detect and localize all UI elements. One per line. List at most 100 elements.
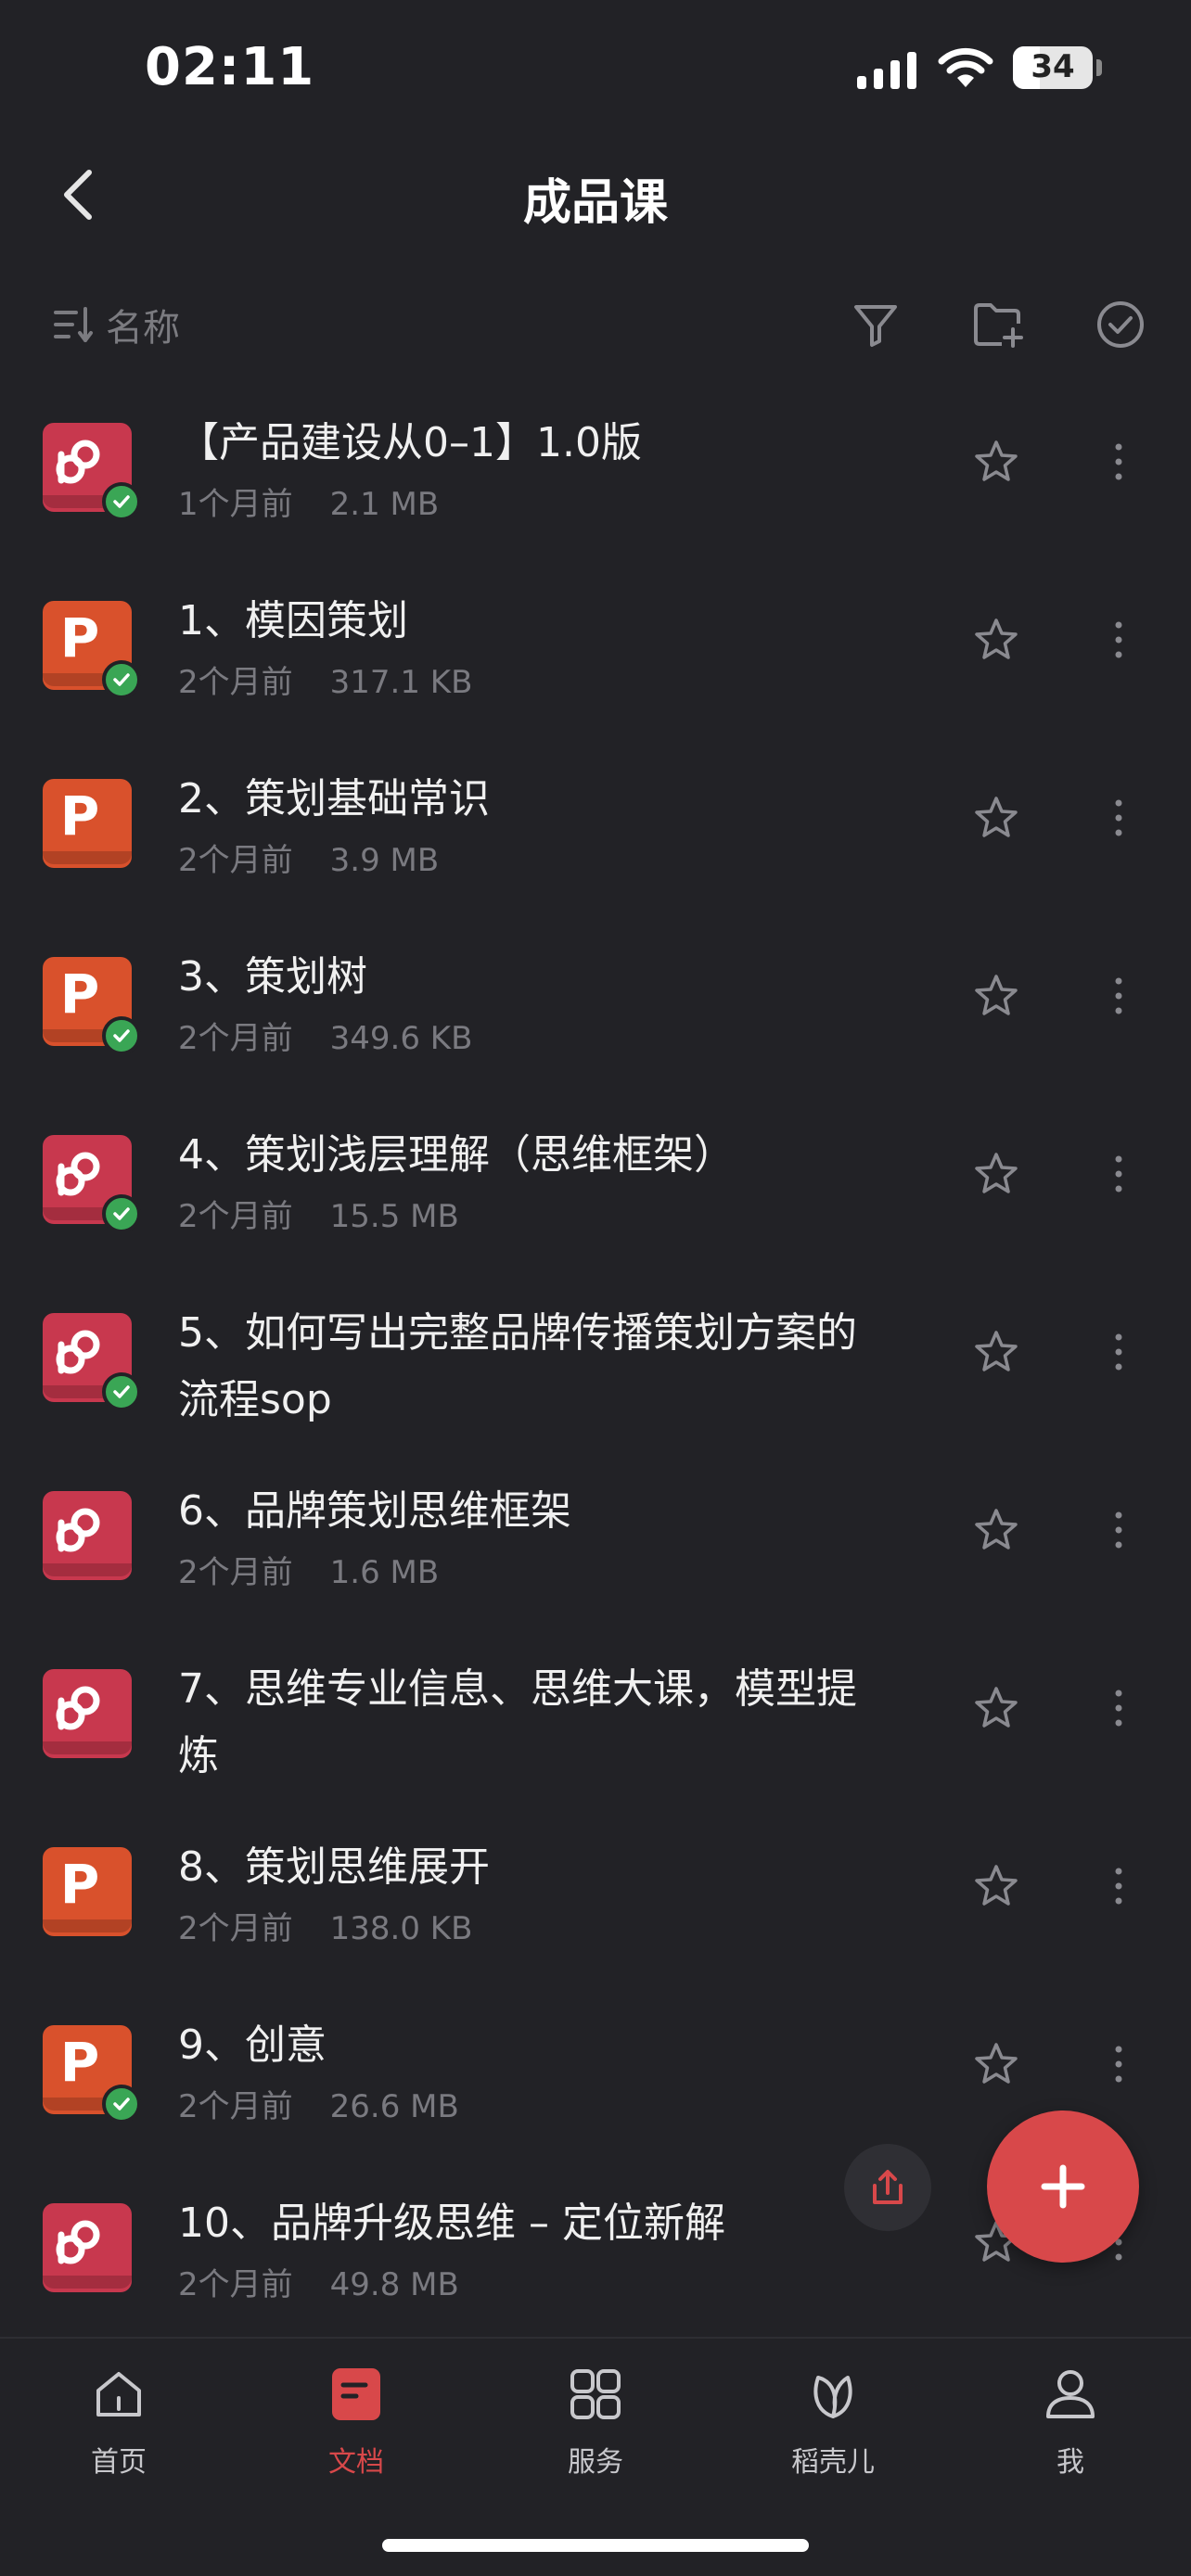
file-size: 138.0 KB — [329, 1910, 473, 1947]
favorite-button[interactable] — [970, 1504, 1022, 1556]
tab-services[interactable]: 服务 — [503, 2359, 688, 2489]
pdf-file-icon — [43, 423, 141, 521]
add-button[interactable] — [987, 2111, 1139, 2263]
tab-label: 我 — [1057, 2446, 1084, 2479]
file-name: 9、创意 — [178, 2021, 327, 2069]
ppt-file-icon: P — [43, 957, 141, 1055]
new-folder-button[interactable] — [970, 297, 1026, 352]
file-name: 5、如何写出完整品牌传播策划方案的流程sop — [178, 1309, 857, 1423]
file-list-item[interactable]: P 3、策划树 2个月前 349.6 KB — [0, 924, 1191, 1102]
synced-check-icon — [102, 1194, 141, 1233]
synced-check-icon — [102, 1372, 141, 1411]
file-icon-fold — [43, 1919, 132, 1932]
file-modified-time: 2个月前 — [178, 1554, 293, 1591]
status-time: 02:11 — [145, 37, 315, 97]
favorite-button[interactable] — [970, 1148, 1022, 1200]
sort-icon — [54, 307, 93, 342]
share-icon — [873, 2170, 903, 2204]
more-options-button[interactable] — [1100, 1860, 1137, 1912]
tab-docer[interactable]: 稻壳儿 — [740, 2359, 926, 2489]
status-bar: 02:11 34 — [0, 0, 1191, 139]
file-list-item[interactable]: 【产品建设从0–1】1.0版 1个月前 2.1 MB — [0, 389, 1191, 567]
favorite-button[interactable] — [970, 2038, 1022, 2090]
favorite-button[interactable] — [970, 614, 1022, 666]
navigation-bar: 成品课 — [0, 139, 1191, 250]
more-options-button[interactable] — [1100, 792, 1137, 844]
tab-label: 文档 — [328, 2446, 384, 2479]
file-name: 1、模因策划 — [178, 597, 408, 644]
cellular-signal-icon — [857, 52, 916, 89]
file-name: 【产品建设从0–1】1.0版 — [178, 419, 642, 466]
pdf-file-icon — [43, 1313, 141, 1411]
file-modified-time: 2个月前 — [178, 842, 293, 879]
favorite-button[interactable] — [970, 1326, 1022, 1378]
home-indicator[interactable] — [382, 2539, 809, 2552]
file-list-item[interactable]: P 2、策划基础常识 2个月前 3.9 MB — [0, 746, 1191, 924]
star-icon — [975, 2043, 1018, 2084]
filter-button[interactable] — [848, 297, 903, 352]
ppt-file-icon: P — [43, 1847, 135, 1940]
more-vertical-icon — [1115, 443, 1122, 480]
file-name: 10、品牌升级思维 – 定位新解 — [178, 2200, 725, 2247]
ppt-file-icon: P — [43, 779, 135, 872]
star-icon — [975, 797, 1018, 837]
ppt-glyph: P — [59, 1853, 100, 1916]
favorite-button[interactable] — [970, 792, 1022, 844]
favorite-button[interactable] — [970, 1860, 1022, 1912]
synced-check-icon — [102, 482, 141, 521]
file-icon-fold — [43, 851, 132, 864]
more-options-button[interactable] — [1100, 970, 1137, 1022]
file-size: 3.9 MB — [329, 842, 440, 879]
tab-me[interactable]: 我 — [978, 2359, 1163, 2489]
file-meta: 2个月前 49.8 MB — [178, 2259, 496, 2304]
more-options-button[interactable] — [1100, 2038, 1137, 2090]
file-list-item[interactable]: 5、如何写出完整品牌传播策划方案的流程sop — [0, 1280, 1191, 1458]
screen: 02:11 34 成品课 名称 【产品建设从0–1】1.0版 1个月前 2.1 … — [0, 0, 1191, 2576]
favorite-button[interactable] — [970, 436, 1022, 488]
file-meta: 2个月前 26.6 MB — [178, 2081, 496, 2126]
more-options-button[interactable] — [1100, 1148, 1137, 1200]
file-list-item[interactable]: P 8、策划思维展开 2个月前 138.0 KB — [0, 1814, 1191, 1992]
tab-home[interactable]: 首页 — [26, 2359, 211, 2489]
battery-percentage: 34 — [1031, 48, 1075, 85]
file-list-item[interactable]: 6、品牌策划思维框架 2个月前 1.6 MB — [0, 1458, 1191, 1636]
file-name: 4、策划浅层理解（思维框架） — [178, 1131, 735, 1179]
more-options-button[interactable] — [1100, 1682, 1137, 1734]
ppt-file-icon: P — [43, 2025, 141, 2123]
more-options-button[interactable] — [1100, 1504, 1137, 1556]
more-vertical-icon — [1115, 2046, 1122, 2083]
star-icon — [975, 1509, 1018, 1549]
pdf-file-icon — [43, 2203, 135, 2296]
file-modified-time: 2个月前 — [178, 2266, 293, 2303]
tab-label: 首页 — [91, 2446, 147, 2479]
file-list-item[interactable]: P 1、模因策划 2个月前 317.1 KB — [0, 567, 1191, 746]
file-name: 2、策划基础常识 — [178, 775, 490, 823]
battery-tip — [1096, 59, 1102, 76]
plus-icon — [1041, 2164, 1085, 2209]
more-options-button[interactable] — [1100, 1326, 1137, 1378]
synced-check-icon — [102, 2085, 141, 2123]
star-icon — [975, 1865, 1018, 1906]
favorite-button[interactable] — [970, 970, 1022, 1022]
file-modified-time: 2个月前 — [178, 1910, 293, 1947]
file-modified-time: 2个月前 — [178, 1198, 293, 1235]
favorite-button[interactable] — [970, 1682, 1022, 1734]
more-options-button[interactable] — [1100, 436, 1137, 488]
file-list-item[interactable]: 4、策划浅层理解（思维框架） 2个月前 15.5 MB — [0, 1102, 1191, 1280]
multi-select-button[interactable] — [1093, 297, 1148, 352]
share-button[interactable] — [844, 2144, 931, 2231]
more-options-button[interactable] — [1100, 614, 1137, 666]
file-list-item[interactable]: 7、思维专业信息、思维大课，模型提炼 — [0, 1636, 1191, 1814]
file-name: 6、品牌策划思维框架 — [178, 1487, 571, 1535]
file-size: 49.8 MB — [329, 2266, 459, 2303]
pdf-glyph-icon — [56, 1508, 100, 1552]
filter-icon — [854, 305, 897, 347]
synced-check-icon — [102, 1016, 141, 1055]
file-meta: 1个月前 2.1 MB — [178, 478, 476, 524]
star-icon — [975, 1331, 1018, 1371]
file-size: 26.6 MB — [329, 2088, 459, 2125]
file-name: 7、思维专业信息、思维大课，模型提炼 — [178, 1665, 857, 1779]
tab-documents[interactable]: 文档 — [263, 2359, 449, 2489]
sort-by-name-button[interactable]: 名称 — [52, 295, 180, 354]
star-icon — [975, 1153, 1018, 1193]
